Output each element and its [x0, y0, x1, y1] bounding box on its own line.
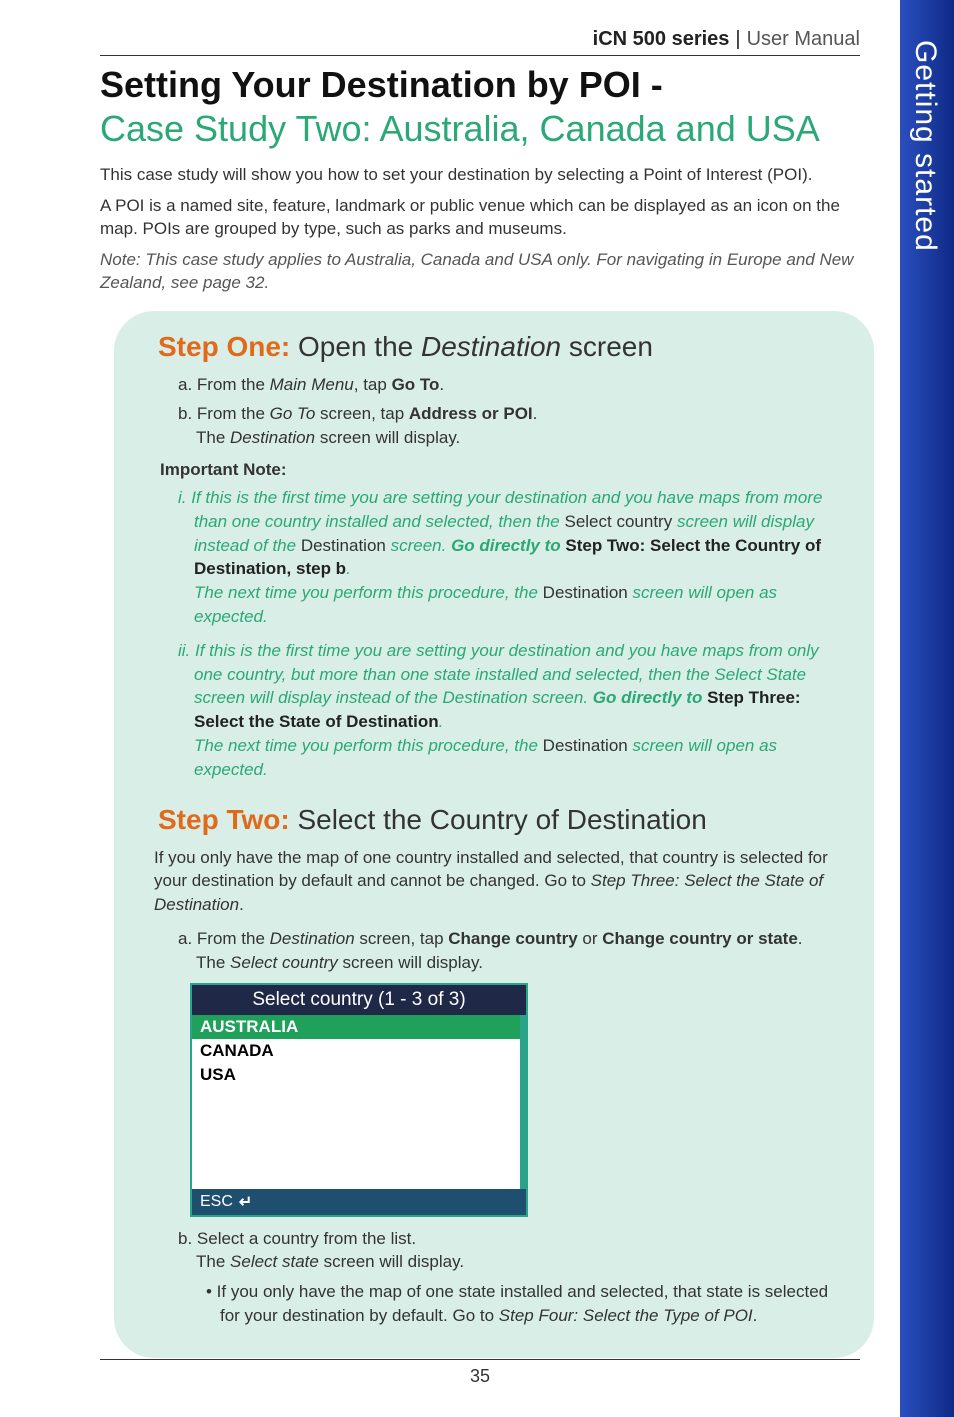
page-content: iCN 500 series | User Manual Setting You…: [0, 0, 900, 1417]
step-one-label: Step One:: [158, 331, 290, 362]
country-row-australia[interactable]: AUSTRALIA: [192, 1015, 526, 1039]
s2b-l2post: screen will display.: [319, 1252, 464, 1271]
step-two-lead: If you only have the map of one country …: [154, 846, 834, 917]
step-one-rest-em: Destination: [421, 331, 561, 362]
doc-type: User Manual: [747, 28, 860, 51]
s1b-bold: Address or POI: [409, 404, 533, 423]
page-number: 35: [470, 1366, 490, 1386]
step-one-list: a. From the Main Menu, tap Go To. b. Fro…: [178, 373, 838, 450]
note-ii: ii. If this is the first time you are se…: [160, 639, 838, 782]
step-two-sub-bullet: • If you only have the map of one state …: [206, 1280, 838, 1328]
s2a-mid: screen, tap: [355, 929, 449, 948]
enter-icon[interactable]: ↵: [239, 1192, 252, 1212]
device-screenshot: Select country (1 - 3 of 3) AUSTRALIA CA…: [190, 983, 528, 1217]
s2a-l2pre: The: [196, 953, 230, 972]
s1a-post: .: [439, 375, 444, 394]
s1b-pre: b. From the: [178, 404, 270, 423]
step-two-list: a. From the Destination screen, tap Chan…: [178, 927, 838, 975]
nii-tail-up: Destination: [543, 736, 628, 755]
country-row-canada[interactable]: CANADA: [192, 1039, 526, 1063]
device-footer: ESC ↵: [192, 1189, 526, 1215]
s2a-b2: Change country or state: [602, 929, 798, 948]
step-one-item-b: b. From the Go To screen, tap Address or…: [178, 402, 838, 450]
nii-tail: The next time you perform this procedure…: [194, 736, 543, 755]
ni-g4: .: [346, 559, 351, 578]
device-title-bar: Select country (1 - 3 of 3): [192, 985, 526, 1015]
intro-paragraph-2: A POI is a named site, feature, landmark…: [100, 195, 860, 241]
side-tab: Getting started: [900, 0, 954, 1417]
step-two-heading: Step Two: Select the Country of Destinat…: [158, 804, 838, 836]
step-two-item-a: a. From the Destination screen, tap Chan…: [178, 927, 838, 975]
s2a-em: Destination: [270, 929, 355, 948]
s2b-l2em: Select state: [230, 1252, 319, 1271]
steps-box: Step One: Open the Destination screen a.…: [114, 311, 874, 1358]
s2a-l2em: Select country: [230, 953, 338, 972]
s1b-mid: screen, tap: [315, 404, 409, 423]
nii-prefix: ii.: [178, 641, 195, 660]
step-one-rest-2: screen: [561, 331, 653, 362]
important-note-label: Important Note:: [160, 460, 838, 480]
header-separator: |: [729, 28, 746, 51]
s1a-bold: Go To: [392, 375, 440, 394]
page-title-line2: Case Study Two: Australia, Canada and US…: [100, 108, 860, 150]
s2-bullet-em: Step Four: Select the Type of POI: [499, 1306, 753, 1325]
step-two-label: Step Two:: [158, 804, 290, 835]
step-two-list-b: b. Select a country from the list. The S…: [178, 1227, 838, 1275]
product-series: iCN 500 series: [593, 28, 730, 51]
intro-paragraph-1: This case study will show you how to set…: [100, 164, 860, 187]
country-row-usa[interactable]: USA: [192, 1063, 526, 1087]
s2b-l1: b. Select a country from the list.: [178, 1229, 416, 1248]
note-i: i. If this is the first time you are set…: [160, 486, 838, 629]
page-footer: 35: [100, 1359, 860, 1387]
step-one-item-a: a. From the Main Menu, tap Go To.: [178, 373, 838, 397]
s1b-l2pre: The: [196, 428, 230, 447]
s2a-l2post: screen will display.: [338, 953, 483, 972]
device-scrollbar[interactable]: [520, 1015, 526, 1189]
ni-prefix: i.: [178, 488, 191, 507]
ni-gb: Go directly to: [451, 536, 565, 555]
s2-bullet-post: .: [753, 1306, 758, 1325]
important-note-block: i. If this is the first time you are set…: [160, 486, 838, 782]
s1b-em: Go To: [270, 404, 316, 423]
step-two-rest: Select the Country of Destination: [290, 804, 707, 835]
step-one-rest-1: Open the: [290, 331, 421, 362]
ni-up1: Select country: [564, 512, 672, 531]
intro-note: Note: This case study applies to Austral…: [100, 249, 860, 295]
s1b-post: .: [533, 404, 538, 423]
ni-g3: screen.: [386, 536, 451, 555]
ni-tail: The next time you perform this procedure…: [194, 583, 543, 602]
nii-g4: .: [439, 712, 444, 731]
s2-lead2: .: [239, 895, 244, 914]
page-title-line1: Setting Your Destination by POI -: [100, 64, 860, 106]
step-two-item-b: b. Select a country from the list. The S…: [178, 1227, 838, 1275]
header: iCN 500 series | User Manual: [100, 28, 860, 56]
ni-tail-up: Destination: [543, 583, 628, 602]
s1a-em: Main Menu: [270, 375, 354, 394]
s1a-pre: a. From the: [178, 375, 270, 394]
s2a-post: .: [798, 929, 803, 948]
s2a-b1: Change country: [448, 929, 577, 948]
s1b-l2post: screen will display.: [315, 428, 460, 447]
side-tab-label: Getting started: [900, 0, 942, 252]
nii-gb: Go directly to: [593, 688, 707, 707]
step-one-heading: Step One: Open the Destination screen: [158, 331, 838, 363]
s2b-l2pre: The: [196, 1252, 230, 1271]
device-body: AUSTRALIA CANADA USA: [192, 1015, 526, 1189]
s1b-l2em: Destination: [230, 428, 315, 447]
ni-up2: Destination: [301, 536, 386, 555]
s1a-mid: , tap: [354, 375, 392, 394]
s2a-or: or: [578, 929, 603, 948]
s2a-pre: a. From the: [178, 929, 270, 948]
esc-label[interactable]: ESC: [200, 1193, 233, 1211]
